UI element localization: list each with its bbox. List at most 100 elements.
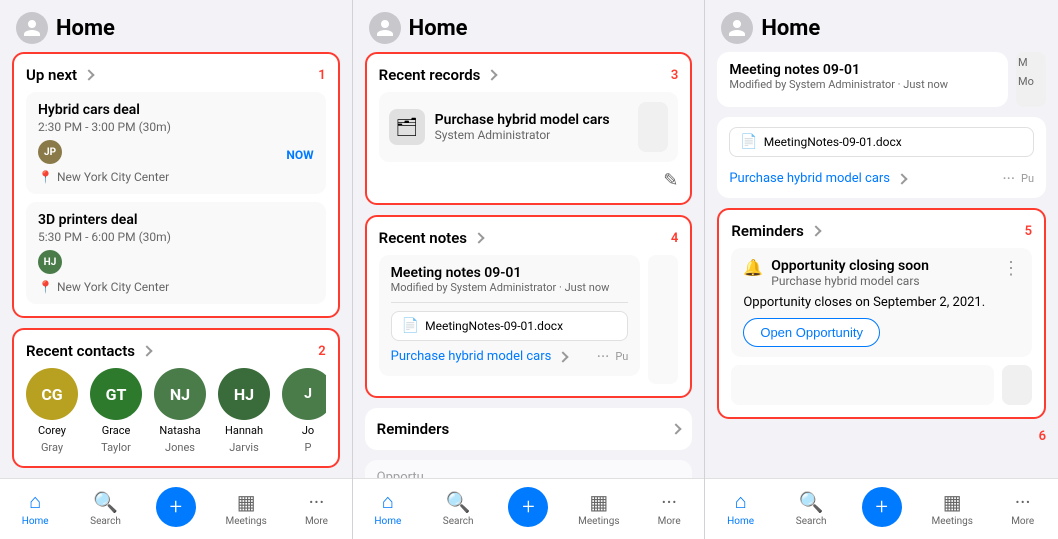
fab-button-1[interactable]: + bbox=[156, 487, 196, 527]
nav-search-label-2: Search bbox=[443, 516, 474, 527]
phone-1-bottom-nav: ⌂ Home 🔍 Search + ▦ Meetings ··· More bbox=[0, 478, 352, 539]
fab-button-3[interactable]: + bbox=[862, 487, 902, 527]
contact-avatar-gt: GT bbox=[90, 368, 142, 420]
note-right: Pu bbox=[615, 350, 628, 363]
open-opportunity-button[interactable]: Open Opportunity bbox=[743, 318, 880, 347]
notes-top-row: Meeting notes 09-01 Modified by System A… bbox=[717, 52, 1046, 107]
notes-number: 4 bbox=[671, 231, 678, 246]
contact-lastname-grace: Taylor bbox=[101, 441, 131, 454]
event-1-location: 📍 New York City Center bbox=[38, 170, 314, 184]
edit-icon[interactable]: ✎ bbox=[663, 170, 678, 191]
reminders-partial: Reminders bbox=[365, 408, 693, 450]
nav-meetings-3[interactable]: ▦ Meetings bbox=[922, 490, 982, 527]
nav-search-label-3: Search bbox=[796, 516, 827, 527]
nav-home-label-2: Home bbox=[374, 516, 401, 527]
recent-records-header: Recent records 3 bbox=[379, 66, 679, 84]
more-icon: ··· bbox=[309, 490, 325, 514]
contact-grace[interactable]: GT Grace Taylor bbox=[90, 368, 142, 454]
notes-attachment-card: 📄 MeetingNotes-09-01.docx Purchase hybri… bbox=[717, 117, 1046, 198]
note-ellipsis[interactable]: ··· bbox=[597, 347, 610, 366]
records-chevron[interactable] bbox=[487, 69, 498, 80]
up-next-number: 1 bbox=[318, 68, 325, 83]
contact-jo[interactable]: J Jo P bbox=[282, 368, 326, 454]
more-icon-3: ··· bbox=[1015, 490, 1031, 514]
nav-meetings-1[interactable]: ▦ Meetings bbox=[216, 490, 276, 527]
event-2-location: 📍 New York City Center bbox=[38, 280, 314, 294]
note-link-chevron bbox=[558, 351, 569, 362]
nav-meetings-2[interactable]: ▦ Meetings bbox=[569, 490, 629, 527]
note-link-chevron-3 bbox=[896, 173, 907, 184]
record-right-partial bbox=[638, 102, 668, 152]
notes-top-right: M Mo bbox=[1016, 52, 1046, 107]
nav-search-3[interactable]: 🔍 Search bbox=[781, 490, 841, 527]
nav-home-2[interactable]: ⌂ Home bbox=[358, 489, 418, 527]
attachment-name: MeetingNotes-09-01.docx bbox=[425, 319, 563, 333]
reminder-sub: Purchase hybrid model cars bbox=[771, 274, 929, 288]
reminders-5-title: Reminders bbox=[731, 222, 820, 240]
event-item-1[interactable]: Hybrid cars deal 2:30 PM - 3:00 PM (30m)… bbox=[26, 92, 326, 194]
nav-meetings-label: Meetings bbox=[225, 516, 266, 527]
note-link[interactable]: Purchase hybrid model cars bbox=[391, 349, 568, 364]
notes-chevron[interactable] bbox=[473, 232, 484, 243]
up-next-title: Up next bbox=[26, 66, 93, 84]
record-item-1[interactable]: 🗂 Purchase hybrid model cars System Admi… bbox=[379, 92, 679, 162]
phone-3: Home Meeting notes 09-01 Modified by Sys… bbox=[705, 0, 1058, 539]
reminders-label: Reminders bbox=[377, 420, 450, 438]
nav-fab-2[interactable]: + bbox=[498, 487, 558, 529]
nav-fab-1[interactable]: + bbox=[146, 487, 206, 529]
doc-icon-3: 📄 bbox=[740, 134, 757, 150]
note-meta: Modified by System Administrator · Just … bbox=[391, 281, 629, 294]
recent-records-section: Recent records 3 🗂 Purchase hybrid model… bbox=[365, 52, 693, 205]
contact-name-corey: Corey bbox=[38, 424, 66, 437]
contact-lastname-natasha: Jones bbox=[165, 441, 195, 454]
notes-top-card: Meeting notes 09-01 Modified by System A… bbox=[717, 52, 1008, 107]
recent-notes-title: Recent notes bbox=[379, 229, 483, 247]
avatar bbox=[16, 12, 48, 44]
notes-top-title: Meeting notes 09-01 bbox=[729, 62, 996, 78]
reminder-more-icon[interactable]: ⋮ bbox=[1002, 258, 1020, 279]
phone-3-header: Home bbox=[705, 0, 1058, 52]
reminder-desc: Opportunity closes on September 2, 2021. bbox=[743, 294, 1020, 312]
contact-hannah[interactable]: HJ Hannah Jarvis bbox=[218, 368, 270, 454]
attachment-name-3: MeetingNotes-09-01.docx bbox=[764, 135, 902, 149]
phone-2-content: Recent records 3 🗂 Purchase hybrid model… bbox=[353, 52, 705, 478]
nav-search-1[interactable]: 🔍 Search bbox=[75, 490, 135, 527]
recent-records-title: Recent records bbox=[379, 66, 497, 84]
nav-more-2[interactable]: ··· More bbox=[639, 490, 699, 527]
fab-button-2[interactable]: + bbox=[508, 487, 548, 527]
nav-more-label-3: More bbox=[1011, 516, 1034, 527]
contact-name-hannah: Hannah bbox=[225, 424, 263, 437]
note-link-3[interactable]: Purchase hybrid model cars bbox=[729, 171, 906, 186]
contact-name-grace: Grace bbox=[102, 424, 131, 437]
event-2-time: 5:30 PM - 6:00 PM (30m) bbox=[38, 230, 314, 244]
contact-corey[interactable]: CG Corey Gray bbox=[26, 368, 78, 454]
up-next-chevron[interactable] bbox=[83, 69, 94, 80]
nav-search-2[interactable]: 🔍 Search bbox=[428, 490, 488, 527]
reminder-partial-row bbox=[731, 365, 1032, 405]
note-main: Meeting notes 09-01 Modified by System A… bbox=[379, 255, 641, 384]
reminder-card-partial bbox=[731, 365, 994, 405]
reminders-section-5: Reminders 5 🔔 Opportunity closing soon P… bbox=[717, 208, 1046, 419]
event-item-2[interactable]: 3D printers deal 5:30 PM - 6:00 PM (30m)… bbox=[26, 202, 326, 304]
nav-home-1[interactable]: ⌂ Home bbox=[5, 489, 65, 527]
reminders-chevron[interactable] bbox=[671, 423, 682, 434]
contact-avatar-cg: CG bbox=[26, 368, 78, 420]
note-item-1[interactable]: Meeting notes 09-01 Modified by System A… bbox=[379, 255, 641, 376]
contact-lastname-jo: P bbox=[305, 441, 312, 454]
record-sub: System Administrator bbox=[435, 128, 629, 142]
nav-more-3[interactable]: ··· More bbox=[993, 490, 1053, 527]
nav-home-3[interactable]: ⌂ Home bbox=[711, 489, 771, 527]
nav-fab-3[interactable]: + bbox=[852, 487, 912, 529]
recent-contacts-header: Recent contacts 2 bbox=[26, 342, 326, 360]
note-ellipsis-3[interactable]: ··· bbox=[1002, 169, 1015, 188]
nav-more-1[interactable]: ··· More bbox=[286, 490, 346, 527]
phone-2: Home Recent records 3 🗂 Purchase hybrid … bbox=[353, 0, 706, 539]
notes-top-meta: Modified by System Administrator · Just … bbox=[729, 78, 996, 91]
nav-search-label: Search bbox=[90, 516, 121, 527]
reminders-5-chevron[interactable] bbox=[810, 225, 821, 236]
contact-avatar-nj: NJ bbox=[154, 368, 206, 420]
home-icon: ⌂ bbox=[29, 489, 41, 514]
contacts-chevron[interactable] bbox=[141, 345, 152, 356]
meetings-icon-3: ▦ bbox=[943, 490, 962, 514]
contact-natasha[interactable]: NJ Natasha Jones bbox=[154, 368, 206, 454]
